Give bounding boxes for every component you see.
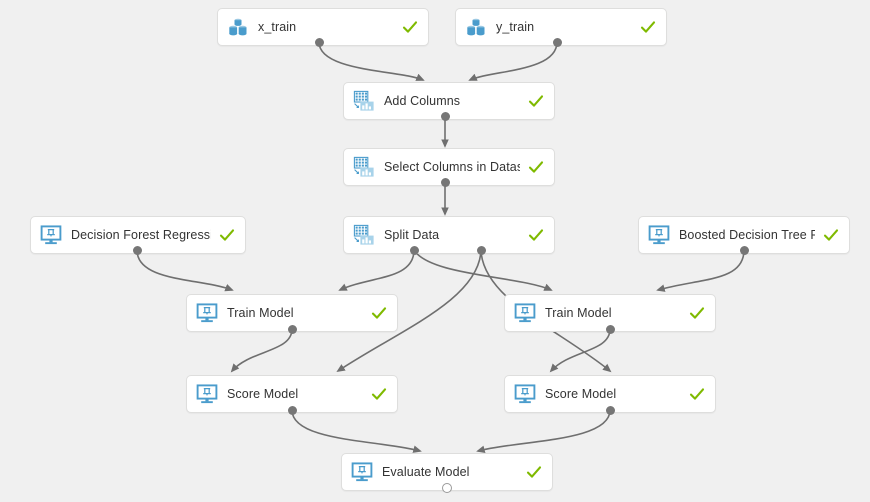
- edge-split_data-to-train_right: [413, 249, 553, 291]
- dataset-icon: [227, 16, 249, 38]
- node-label: Decision Forest Regression: [71, 228, 211, 242]
- node-split_data[interactable]: Split Data: [343, 216, 555, 254]
- node-label: Boosted Decision Tree Regre...: [679, 228, 815, 242]
- dataset-icon: [465, 16, 487, 38]
- node-label: Add Columns: [384, 94, 461, 108]
- model-icon: [40, 224, 62, 246]
- node-label: x_train: [258, 20, 297, 34]
- edge-x_train-to-add_columns: [318, 41, 425, 81]
- status-check-icon: [689, 305, 705, 321]
- node-label: Train Model: [227, 306, 294, 320]
- status-check-icon: [528, 159, 544, 175]
- edge-score_right-to-evaluate: [476, 409, 611, 454]
- status-check-icon: [823, 227, 839, 243]
- node-label: Evaluate Model: [382, 465, 470, 479]
- columns-icon: [353, 90, 375, 112]
- node-score_right[interactable]: Score Model: [504, 375, 716, 413]
- node-select_columns[interactable]: Select Columns in Dataset: [343, 148, 555, 186]
- status-check-icon: [402, 19, 418, 35]
- model-icon: [514, 383, 536, 405]
- model-icon: [196, 302, 218, 324]
- node-add_columns[interactable]: Add Columns: [343, 82, 555, 120]
- node-train_right[interactable]: Train Model: [504, 294, 716, 332]
- node-label: Score Model: [545, 387, 617, 401]
- status-check-icon: [526, 464, 542, 480]
- node-label: Train Model: [545, 306, 612, 320]
- columns-icon: [353, 156, 375, 178]
- model-icon: [514, 302, 536, 324]
- edge-split_data-to-train_left: [338, 249, 415, 291]
- edge-score_left-to-evaluate: [291, 409, 422, 453]
- pipeline-canvas[interactable]: x_train y_train Add Columns Select Columns …: [0, 0, 870, 502]
- status-check-icon: [371, 305, 387, 321]
- edge-train_left-to-score_left: [230, 328, 293, 373]
- node-boosted_tree[interactable]: Boosted Decision Tree Regre...: [638, 216, 850, 254]
- edge-decision_forest-to-train_left: [136, 249, 234, 292]
- node-score_left[interactable]: Score Model: [186, 375, 398, 413]
- status-check-icon: [371, 386, 387, 402]
- status-check-icon: [528, 93, 544, 109]
- edge-train_right-to-score_right: [549, 328, 611, 373]
- node-label: Split Data: [384, 228, 440, 242]
- edge-boosted_tree-to-train_right: [656, 249, 745, 292]
- status-check-icon: [219, 227, 235, 243]
- model-icon: [351, 461, 373, 483]
- status-check-icon: [640, 19, 656, 35]
- status-check-icon: [689, 386, 705, 402]
- node-label: Select Columns in Dataset: [384, 160, 520, 174]
- model-icon: [196, 383, 218, 405]
- status-check-icon: [528, 227, 544, 243]
- node-evaluate[interactable]: Evaluate Model: [341, 453, 553, 491]
- node-y_train[interactable]: y_train: [455, 8, 667, 46]
- node-x_train[interactable]: x_train: [217, 8, 429, 46]
- node-decision_forest[interactable]: Decision Forest Regression: [30, 216, 246, 254]
- columns-icon: [353, 224, 375, 246]
- model-icon: [648, 224, 670, 246]
- node-train_left[interactable]: Train Model: [186, 294, 398, 332]
- node-label: y_train: [496, 20, 535, 34]
- edge-y_train-to-add_columns: [468, 41, 558, 81]
- node-label: Score Model: [227, 387, 299, 401]
